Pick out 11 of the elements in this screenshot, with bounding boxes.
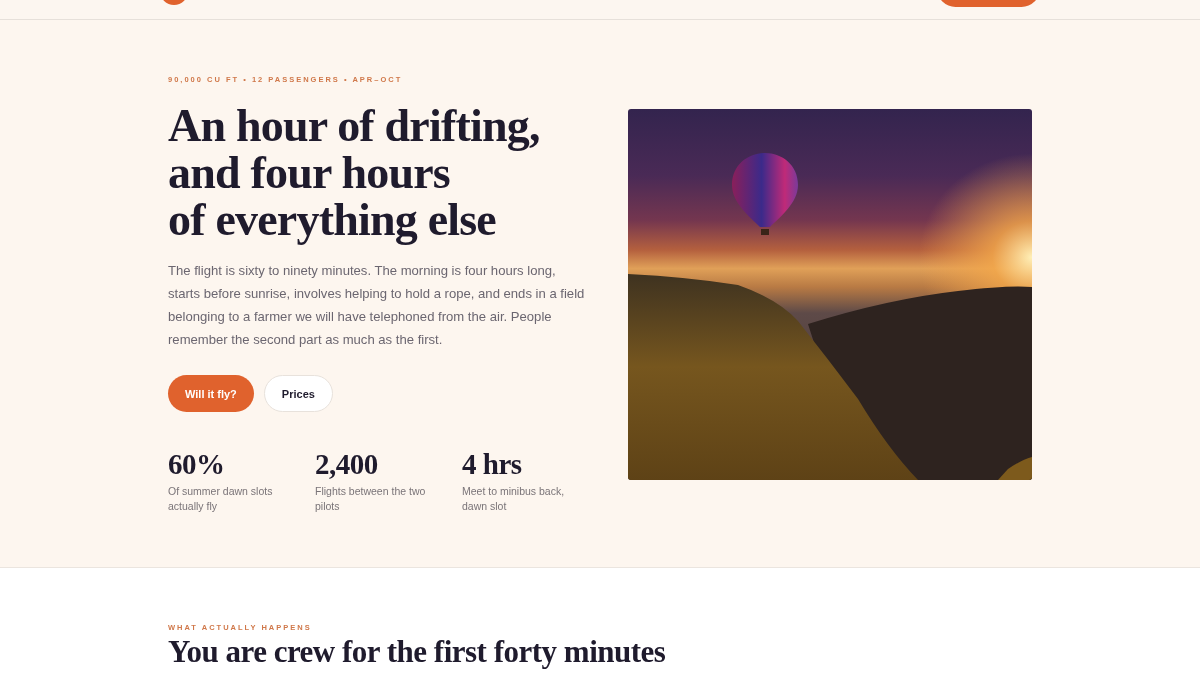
- hero-heading: An hour of drifting, and four hours of everything else: [168, 102, 541, 243]
- section-heading: You are crew for the first forty minutes: [168, 634, 667, 670]
- secondary-button[interactable]: Prices: [263, 375, 333, 412]
- stat-value: 2,400: [315, 448, 379, 480]
- stat-label: Flights between the two pilots: [315, 484, 427, 514]
- stat-label: Of summer dawn slots actually fly: [168, 484, 274, 514]
- stat-value: 4 hrs: [462, 448, 523, 480]
- primary-button[interactable]: Will it fly?: [168, 375, 254, 412]
- stat-label: Meet to minibus back, dawn slot: [462, 484, 566, 514]
- hero-paragraph: The flight is sixty to ninety minutes. The morning is four hours long, starts before sunrise, involves helping to hold a rope, and ends in a field belonging to a farmer we will have telephoned from the air. People remember the second part as much as the first.: [168, 262, 586, 349]
- stat-value: 60%: [168, 448, 226, 480]
